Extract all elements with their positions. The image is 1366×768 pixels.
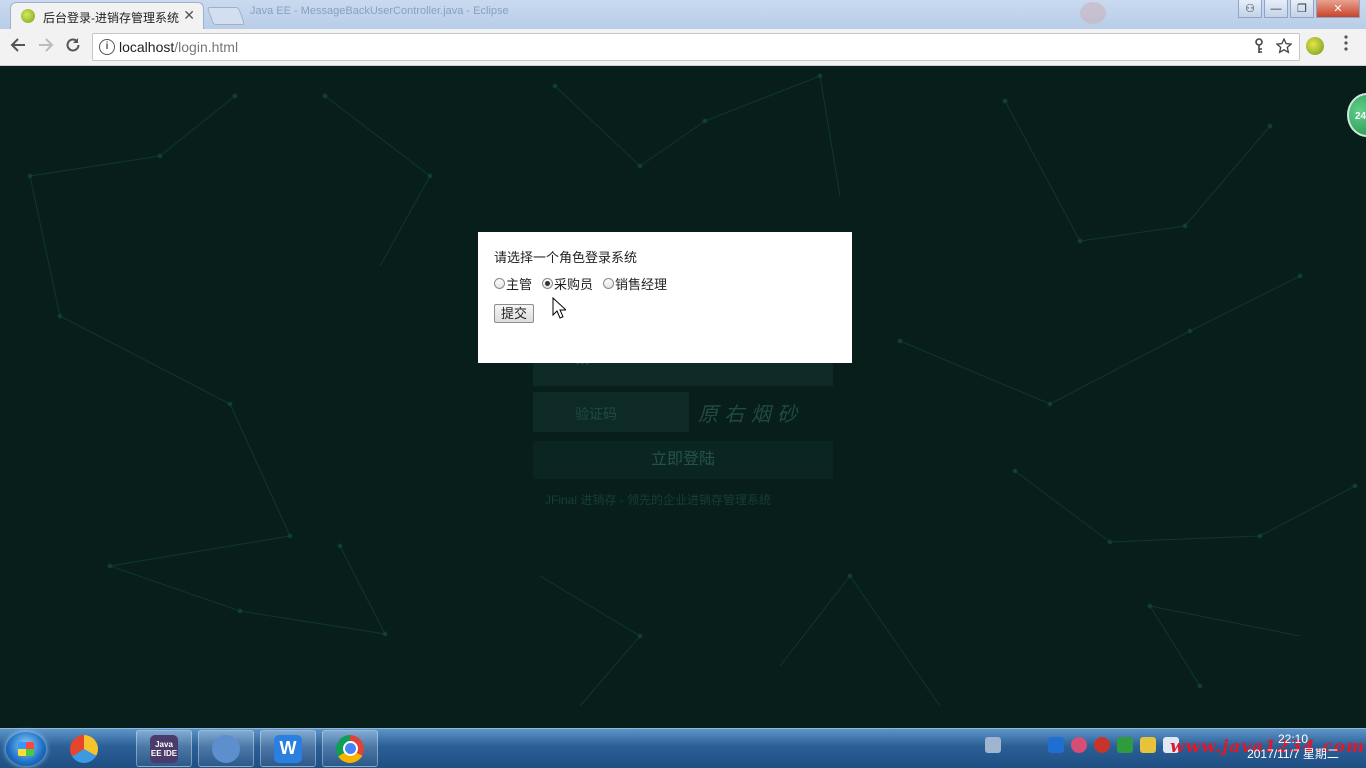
keyboard-icon[interactable]	[985, 737, 1001, 753]
system-tray	[985, 737, 1179, 753]
shield-icon[interactable]	[1140, 737, 1156, 753]
browser-toolbar: i localhost/login.html	[0, 29, 1366, 66]
dolphin-icon	[212, 734, 240, 763]
url-host: localhost	[119, 39, 175, 55]
minimize-button[interactable]: —	[1264, 0, 1288, 18]
url-text[interactable]: localhost/login.html	[119, 39, 238, 55]
radio-purchaser[interactable]	[542, 278, 554, 289]
menu-dots-icon[interactable]	[1344, 35, 1348, 56]
back-arrow-icon[interactable]	[9, 36, 27, 58]
taskbar-app-security-suite[interactable]	[56, 730, 112, 767]
radio-label-purchaser[interactable]: 采购员	[554, 274, 593, 293]
ghost-captcha-image: 原 右 烟 砂	[698, 402, 798, 426]
bookmark-star-icon[interactable]	[1275, 37, 1293, 58]
window-titlebar: 后台登录-进销存管理系统 ✕ Java EE - MessageBackUser…	[0, 0, 1366, 29]
close-window-button[interactable]: ✕	[1316, 0, 1360, 18]
role-radio-group: 主管 采购员 销售经理	[494, 274, 677, 293]
address-bar[interactable]: i localhost/login.html	[92, 33, 1300, 61]
chrome-icon-center	[342, 741, 358, 756]
clock-date: 2017/11/7 星期二	[1247, 747, 1339, 761]
start-button[interactable]	[6, 732, 46, 766]
reload-icon[interactable]	[64, 36, 82, 58]
windows-taskbar: Java EE IDE W www.java1234.com 22:10 201…	[0, 728, 1366, 768]
chrome-icon	[336, 734, 364, 763]
window-controls: ⚇ — ❐ ✕	[1238, 0, 1360, 20]
submit-button[interactable]: 提交	[494, 304, 535, 323]
taskbar-app-java-ee-ide[interactable]: Java EE IDE	[136, 730, 192, 767]
role-select-dialog: 请选择一个角色登录系统 主管 采购员 销售经理 提交	[478, 232, 852, 363]
network-box-icon[interactable]	[1048, 737, 1064, 753]
profile-avatar[interactable]	[1080, 2, 1106, 24]
radio-supervisor[interactable]	[494, 278, 505, 289]
ghost-captcha-placeholder: 验证码	[575, 406, 617, 422]
extension-icon[interactable]	[1306, 37, 1324, 55]
clock-time: 22:10	[1277, 732, 1309, 746]
taskbar-app-wps-writer[interactable]: W	[260, 730, 316, 767]
url-path: /login.html	[174, 39, 239, 55]
taskbar-app-mysql-tool[interactable]	[198, 730, 254, 767]
security-center-icon[interactable]	[1117, 737, 1133, 753]
browser-tab[interactable]: 后台登录-进销存管理系统 ✕	[10, 2, 204, 29]
ghost-login-button: 立即登陆	[533, 441, 833, 479]
tab-title: 后台登录-进销存管理系统	[43, 11, 179, 25]
ghost-footer-text: JFinal 进销存 - 领先的企业进销存管理系统	[545, 493, 772, 507]
radio-label-supervisor[interactable]: 主管	[506, 274, 532, 293]
leaf-favicon-icon	[21, 9, 35, 23]
maximize-button[interactable]: ❐	[1290, 0, 1314, 18]
forward-arrow-icon[interactable]	[37, 36, 55, 58]
dialog-prompt: 请选择一个角色登录系统	[494, 250, 638, 265]
mouse-cursor-icon	[552, 297, 566, 319]
security-suite-icon	[70, 734, 98, 763]
java-ee-ide-icon: Java EE IDE	[150, 734, 178, 763]
system-clock[interactable]: 22:10 2017/11/7 星期二	[1236, 732, 1350, 762]
close-tab-icon[interactable]: ✕	[183, 7, 195, 24]
key-icon[interactable]	[1253, 38, 1265, 58]
new-tab-button[interactable]	[206, 7, 246, 25]
antivirus-icon[interactable]	[1094, 737, 1110, 753]
wps-writer-icon: W	[274, 734, 302, 763]
taskbar-app-chrome[interactable]	[322, 730, 378, 767]
radio-label-sales-manager[interactable]: 销售经理	[615, 274, 667, 293]
paw-icon[interactable]	[1071, 737, 1087, 753]
info-icon[interactable]: i	[99, 39, 115, 55]
user-profile-button[interactable]: ⚇	[1238, 0, 1262, 18]
window-caption: Java EE - MessageBackUserController.java…	[250, 5, 509, 17]
radio-sales-manager[interactable]	[603, 278, 615, 289]
page-viewport: ••• 验证码 原 右 烟 砂 立即登陆 JFinal 进销存 - 领先的企业进…	[0, 66, 1366, 728]
